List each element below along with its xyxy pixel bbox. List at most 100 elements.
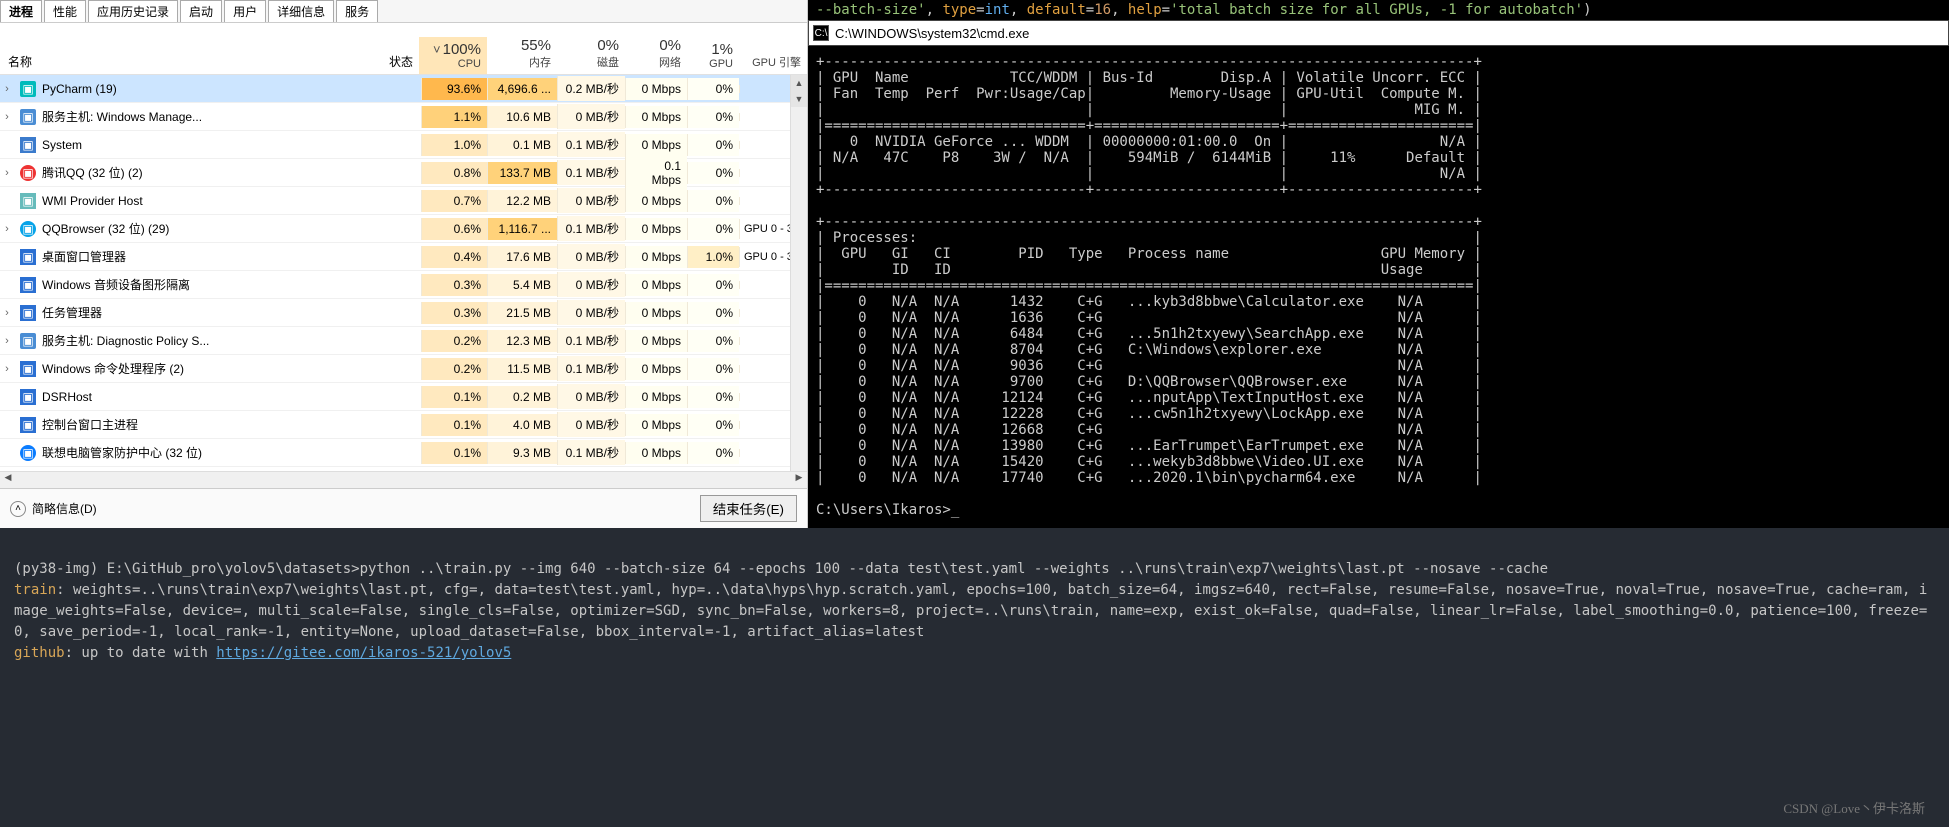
col-gpu-header[interactable]: 1% GPU: [687, 37, 739, 74]
expand-icon[interactable]: ›: [0, 223, 14, 235]
tab-performance[interactable]: 性能: [44, 0, 86, 22]
cpu-label: CPU: [425, 58, 481, 70]
mem-pct: 55%: [493, 37, 551, 54]
mem-cell: 1,116.7 ...: [487, 218, 557, 240]
scroll-left-icon[interactable]: ◀: [0, 472, 16, 488]
disk-cell: 0 MB/秒: [557, 272, 625, 297]
process-row[interactable]: ▣DSRHost0.1%0.2 MB0 MB/秒0 Mbps0%: [0, 383, 807, 411]
expand-icon[interactable]: ›: [0, 83, 14, 95]
app-icon: ▣: [20, 361, 36, 377]
process-name: ▣任务管理器: [14, 304, 361, 321]
fewer-details-link[interactable]: ˄ 简略信息(D): [10, 500, 97, 517]
vertical-scrollbar[interactable]: ▲ ▼: [790, 75, 807, 471]
process-row[interactable]: ▣Windows 音频设备图形隔离0.3%5.4 MB0 MB/秒0 Mbps0…: [0, 271, 807, 299]
disk-cell: 0.1 MB/秒: [557, 132, 625, 157]
net-cell: 0 Mbps: [625, 134, 687, 156]
scroll-up-icon[interactable]: ▲: [791, 75, 807, 91]
end-task-button[interactable]: 结束任务(E): [700, 495, 797, 522]
tab-services[interactable]: 服务: [336, 0, 378, 22]
process-row[interactable]: ›▣服务主机: Windows Manage...1.1%10.6 MB0 MB…: [0, 103, 807, 131]
cmd-output[interactable]: +---------------------------------------…: [808, 46, 1949, 528]
net-cell: 0 Mbps: [625, 414, 687, 436]
net-cell: 0 Mbps: [625, 442, 687, 464]
expand-icon[interactable]: ›: [0, 335, 14, 347]
mem-cell: 133.7 MB: [487, 162, 557, 184]
gpu-cell: 1.0%: [687, 246, 739, 268]
net-cell: 0 Mbps: [625, 190, 687, 212]
col-mem-header[interactable]: 55% 内存: [487, 33, 557, 74]
cpu-cell: 1.0%: [421, 134, 487, 156]
process-row[interactable]: ›▣腾讯QQ (32 位) (2)0.8%133.7 MB0.1 MB/秒0.1…: [0, 159, 807, 187]
app-icon: ▣: [20, 137, 36, 153]
process-row[interactable]: ▣桌面窗口管理器0.4%17.6 MB0 MB/秒0 Mbps1.0%GPU 0…: [0, 243, 807, 271]
col-status-header[interactable]: 状态: [359, 49, 419, 74]
expand-icon[interactable]: ›: [0, 363, 14, 375]
cpu-cell: 0.6%: [421, 218, 487, 240]
app-icon: ▣: [20, 445, 36, 461]
terminal-train-args: : weights=..\runs\train\exp7\weights\las…: [14, 582, 1927, 640]
chevron-up-icon: ˄: [10, 501, 26, 517]
process-name: ▣服务主机: Diagnostic Policy S...: [14, 332, 361, 349]
cpu-cell: 0.8%: [421, 162, 487, 184]
process-row[interactable]: ›▣PyCharm (19)93.6%4,696.6 ...0.2 MB/秒0 …: [0, 75, 807, 103]
tab-startup[interactable]: 启动: [180, 0, 222, 22]
col-disk-header[interactable]: 0% 磁盘: [557, 33, 625, 74]
process-row[interactable]: ›▣任务管理器0.3%21.5 MB0 MB/秒0 Mbps0%: [0, 299, 807, 327]
cpu-cell: 0.1%: [421, 414, 487, 436]
tab-bar: 进程 性能 应用历史记录 启动 用户 详细信息 服务: [0, 0, 807, 23]
process-row[interactable]: ▣WMI Provider Host0.7%12.2 MB0 MB/秒0 Mbp…: [0, 187, 807, 215]
mem-cell: 4,696.6 ...: [487, 78, 557, 100]
process-row[interactable]: ›▣服务主机: Diagnostic Policy S...0.2%12.3 M…: [0, 327, 807, 355]
disk-cell: 0.1 MB/秒: [557, 216, 625, 241]
col-name-header[interactable]: 名称: [0, 49, 359, 74]
app-icon: ▣: [20, 193, 36, 209]
mem-cell: 11.5 MB: [487, 358, 557, 380]
pycharm-terminal[interactable]: (py38-img) E:\GitHub_pro\yolov5\datasets…: [0, 528, 1949, 827]
process-row[interactable]: ▣控制台窗口主进程0.1%4.0 MB0 MB/秒0 Mbps0%: [0, 411, 807, 439]
process-row[interactable]: ▣联想电脑管家防护中心 (32 位)0.1%9.3 MB0.1 MB/秒0 Mb…: [0, 439, 807, 467]
cpu-cell: 0.1%: [421, 386, 487, 408]
gpu-cell: 0%: [687, 302, 739, 324]
tab-app-history[interactable]: 应用历史记录: [88, 0, 178, 22]
engine-label: GPU 引擎: [745, 54, 801, 70]
disk-cell: 0 MB/秒: [557, 104, 625, 129]
repo-link[interactable]: https://gitee.com/ikaros-521/yolov5: [216, 645, 511, 661]
expand-icon[interactable]: ›: [0, 307, 14, 319]
name-label: 名称: [8, 53, 32, 70]
col-net-header[interactable]: 0% 网络: [625, 33, 687, 74]
process-row[interactable]: ›▣Windows 命令处理程序 (2)0.2%11.5 MB0.1 MB/秒0…: [0, 355, 807, 383]
expand-icon[interactable]: ›: [0, 167, 14, 179]
mem-cell: 5.4 MB: [487, 274, 557, 296]
cpu-cell: 0.2%: [421, 358, 487, 380]
scroll-down-icon[interactable]: ▼: [791, 91, 807, 107]
process-name: ▣System: [14, 137, 361, 153]
column-headers: 名称 状态 ˅100% CPU 55% 内存 0% 磁盘 0% 网络 1% GP…: [0, 23, 807, 75]
horizontal-scrollbar[interactable]: ◀ ▶: [0, 471, 807, 488]
cpu-cell: 0.3%: [421, 302, 487, 324]
net-cell: 0 Mbps: [625, 106, 687, 128]
expand-icon[interactable]: ›: [0, 111, 14, 123]
cpu-pct: 100%: [443, 41, 481, 58]
tab-users[interactable]: 用户: [224, 0, 266, 22]
terminal-tag-train: train: [14, 582, 56, 598]
process-name: ▣控制台窗口主进程: [14, 416, 361, 433]
mem-cell: 9.3 MB: [487, 442, 557, 464]
app-icon: ▣: [20, 389, 36, 405]
mem-cell: 17.6 MB: [487, 246, 557, 268]
editor-line: --batch-size', type=int, default=16, hel…: [808, 0, 1949, 20]
scroll-right-icon[interactable]: ▶: [791, 472, 807, 488]
process-name: ▣WMI Provider Host: [14, 193, 361, 209]
app-icon: ▣: [20, 417, 36, 433]
mem-cell: 10.6 MB: [487, 106, 557, 128]
tab-processes[interactable]: 进程: [0, 0, 42, 22]
col-cpu-header[interactable]: ˅100% CPU: [419, 37, 487, 74]
col-engine-header[interactable]: GPU 引擎: [739, 36, 807, 74]
mem-cell: 12.2 MB: [487, 190, 557, 212]
process-list[interactable]: ▲ ▼ ›▣PyCharm (19)93.6%4,696.6 ...0.2 MB…: [0, 75, 807, 471]
tab-details[interactable]: 详细信息: [268, 0, 334, 22]
gpu-pct: 1%: [693, 41, 733, 58]
watermark: CSDN @Love丶伊卡洛斯: [1783, 798, 1925, 817]
cmd-window-titlebar[interactable]: C:\ C:\WINDOWS\system32\cmd.exe: [808, 20, 1949, 46]
task-manager-window: 进程 性能 应用历史记录 启动 用户 详细信息 服务 名称 状态 ˅100% C…: [0, 0, 808, 528]
process-row[interactable]: ›▣QQBrowser (32 位) (29)0.6%1,116.7 ...0.…: [0, 215, 807, 243]
